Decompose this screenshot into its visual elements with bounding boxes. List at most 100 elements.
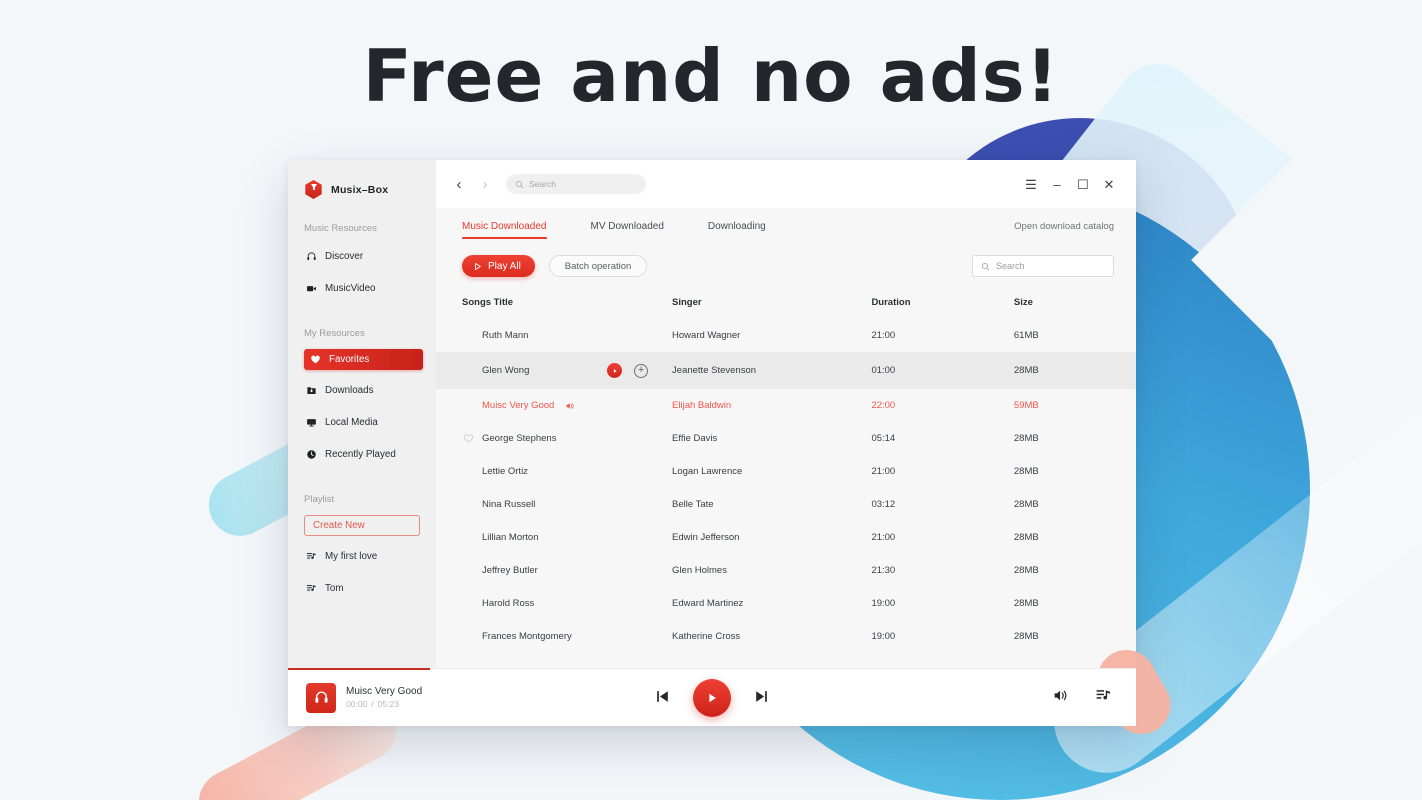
create-new-playlist-button[interactable]: Create New [304, 515, 420, 536]
hamburger-menu-icon[interactable]: ☰ [1018, 178, 1044, 191]
song-size: 28MB [1013, 598, 1039, 609]
app-window: Musix–Box Music Resources Discover Music… [288, 160, 1136, 726]
column-header-songs-title[interactable]: Songs Title [436, 288, 673, 319]
headphones-icon [314, 691, 328, 703]
search-icon [981, 262, 990, 270]
sidebar-item-local-media[interactable]: Local Media [302, 410, 426, 434]
tab-mv-downloaded[interactable]: MV Downloaded [591, 208, 664, 244]
headphones-icon [306, 251, 317, 262]
sidebar-item-recently-played[interactable]: Recently Played [302, 442, 426, 466]
song-title: Lettie Ortiz [482, 466, 528, 477]
song-singer: Edward Martinez [672, 598, 744, 609]
table-row[interactable]: Lettie Ortiz Logan Lawrence 21:00 28MB [436, 455, 1136, 488]
sidebar-item-label: Discover [325, 250, 364, 262]
column-header-size[interactable]: Size [1013, 288, 1136, 319]
sidebar-item-my-first-love[interactable]: My first love [302, 544, 426, 568]
sidebar-item-favorites[interactable]: Favorites [304, 349, 423, 370]
table-row[interactable]: George Stephens Effie Davis 05:14 28MB [436, 422, 1136, 455]
close-icon[interactable]: ✕ [1096, 178, 1122, 191]
sidebar-item-tom[interactable]: Tom [302, 576, 426, 600]
song-duration: 05:14 [871, 433, 896, 444]
song-duration: 21:00 [871, 532, 896, 543]
play-icon [709, 693, 716, 702]
favorite-heart-icon[interactable] [462, 433, 475, 444]
play-icon [475, 262, 481, 270]
table-row[interactable]: Glen Wong + Jeanette Stevenson 01:00 28M… [436, 352, 1136, 389]
table-row[interactable]: Frances Montgomery Katherine Cross 19:00… [436, 620, 1136, 653]
sidebar-item-downloads[interactable]: Downloads [302, 378, 426, 402]
row-add-icon[interactable]: + [634, 363, 649, 378]
list-search-input[interactable]: Search [972, 255, 1114, 277]
open-download-catalog-link[interactable]: Open download catalog [1014, 221, 1114, 232]
volume-icon[interactable] [1052, 687, 1069, 709]
page-headline: Free and no ads! [362, 34, 1060, 118]
list-search-placeholder: Search [996, 261, 1025, 271]
song-singer: Logan Lawrence [672, 466, 743, 477]
page-stage: Free and no ads! Musix–Box Music Resourc… [0, 0, 1422, 800]
sidebar-item-label: My first love [325, 550, 378, 562]
tab-music-downloaded[interactable]: Music Downloaded [462, 208, 547, 244]
tab-bar: Music Downloaded MV Downloaded Downloadi… [436, 208, 1136, 244]
song-title: Frances Montgomery [482, 631, 572, 642]
heart-icon [310, 354, 321, 365]
now-playing-speaker-icon [565, 401, 575, 411]
play-all-button[interactable]: Play All [462, 255, 535, 277]
nav-group-label-music-resources: Music Resources [304, 223, 377, 234]
chevron-right-icon[interactable]: › [472, 177, 498, 192]
song-title: Glen Wong [482, 365, 530, 376]
table-row[interactable]: Muisc Very Good Elijah Baldwin 22:00 59M… [436, 389, 1136, 422]
brand-name: Musix–Box [331, 183, 389, 196]
nav-group-label-playlist: Playlist [304, 494, 335, 505]
song-duration: 21:00 [871, 330, 896, 341]
player-time-separator: / [371, 699, 374, 710]
song-size: 28MB [1013, 352, 1136, 389]
minimize-icon[interactable]: – [1044, 178, 1070, 191]
window-body: Musix–Box Music Resources Discover Music… [288, 160, 1136, 668]
row-actions: + [607, 363, 672, 378]
song-title: Ruth Mann [482, 330, 529, 341]
song-title: Harold Ross [482, 598, 535, 609]
player-track-title: Muisc Very Good [346, 685, 423, 697]
song-duration: 01:00 [871, 352, 1014, 389]
row-play-icon[interactable] [607, 363, 623, 378]
column-header-singer[interactable]: Singer [672, 288, 872, 319]
toolbar: Play All Batch operation Search [436, 244, 1136, 288]
decorative-white-wedge [1191, 76, 1422, 444]
sidebar-item-discover[interactable]: Discover [302, 244, 426, 268]
now-playing[interactable]: Muisc Very Good 00:00/05:23 [306, 682, 422, 713]
songs-table: Songs Title Singer Duration Size Ruth Ma… [436, 288, 1136, 653]
song-duration: 21:00 [871, 466, 896, 477]
song-title: Nina Russell [482, 499, 536, 510]
sidebar-item-musicvideo[interactable]: MusicVideo [302, 276, 426, 300]
sidebar-item-label: Local Media [325, 416, 378, 428]
table-row[interactable]: Harold Ross Edward Martinez 19:00 28MB [436, 587, 1136, 620]
skip-previous-icon[interactable] [654, 688, 671, 708]
table-row[interactable]: Nina Russell Belle Tate 03:12 28MB [436, 488, 1136, 521]
table-row[interactable]: Ruth Mann Howard Wagner 21:00 61MB [436, 319, 1136, 352]
song-size: 59MB [1013, 400, 1039, 411]
song-duration: 22:00 [871, 400, 896, 411]
table-row[interactable]: Lillian Morton Edwin Jefferson 21:00 28M… [436, 521, 1136, 554]
song-size: 28MB [1013, 466, 1039, 477]
chevron-left-icon[interactable]: ‹ [446, 177, 472, 192]
song-singer: Glen Holmes [672, 565, 727, 576]
now-playing-text: Muisc Very Good 00:00/05:23 [346, 685, 422, 711]
song-title: Muisc Very Good [482, 400, 555, 411]
maximize-icon[interactable]: ☐ [1070, 178, 1096, 191]
player-play-button[interactable] [693, 678, 731, 717]
player-right-controls [1052, 687, 1112, 709]
playlist-queue-icon[interactable] [1095, 687, 1112, 709]
search-placeholder: Search [529, 179, 556, 189]
column-header-duration[interactable]: Duration [871, 288, 1014, 319]
sidebar-item-label: Tom [325, 582, 344, 594]
song-size: 28MB [1013, 433, 1039, 444]
album-art [306, 682, 336, 713]
tab-downloading[interactable]: Downloading [708, 208, 766, 244]
table-row[interactable]: Jeffrey Butler Glen Holmes 21:30 28MB [436, 554, 1136, 587]
skip-next-icon[interactable] [753, 688, 770, 708]
download-folder-icon [306, 385, 317, 396]
monitor-icon [306, 417, 317, 428]
batch-operation-button[interactable]: Batch operation [548, 255, 648, 277]
search-input[interactable]: Search [506, 174, 646, 194]
